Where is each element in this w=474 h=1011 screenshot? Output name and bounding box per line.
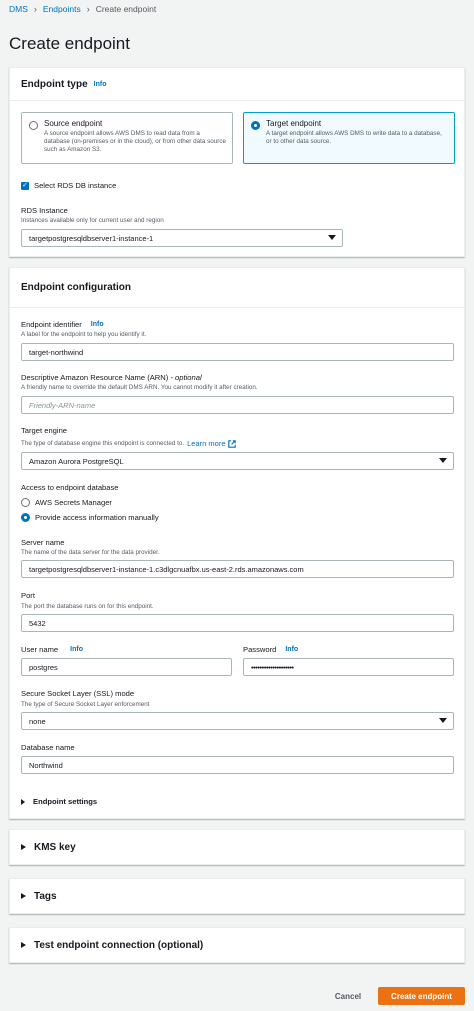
username-info-link[interactable]: Info [70, 646, 83, 653]
manual-access-label: Provide access information manually [35, 513, 159, 522]
port-label: Port [21, 591, 35, 600]
engine-label: Target engine [21, 426, 68, 435]
source-endpoint-radio[interactable] [29, 121, 38, 130]
server-name-label: Server name [21, 538, 65, 547]
server-name-description: The name of the data server for the data… [21, 549, 160, 556]
secrets-manager-radio[interactable] [21, 498, 30, 507]
page-title: Create endpoint [9, 34, 130, 53]
rds-instance-value: targetpostgresqldbserver1-instance-1 [29, 233, 154, 243]
identifier-info-link[interactable]: Info [91, 321, 104, 328]
external-link-icon [227, 439, 236, 448]
password-label-row: Password Info [243, 645, 298, 654]
test-connection-panel[interactable]: Test endpoint connection (optional) [9, 927, 465, 963]
database-name-input[interactable]: Northwind [21, 756, 454, 774]
arn-input[interactable]: Friendly-ARN-name [21, 396, 454, 414]
caret-down-icon [439, 458, 447, 463]
port-input[interactable]: 5432 [21, 614, 454, 632]
target-endpoint-title: Target endpoint [266, 119, 322, 128]
target-endpoint-description: A target endpoint allows AWS DMS to writ… [266, 130, 442, 145]
caret-right-icon [21, 893, 26, 899]
username-label: User name [21, 645, 59, 654]
endpoint-type-header: Endpoint type Info [10, 68, 464, 101]
arn-label-row: Descriptive Amazon Resource Name (ARN) -… [21, 373, 202, 382]
identifier-label-row: Endpoint identifier Info [21, 320, 104, 329]
rds-instance-label: RDS Instance [21, 206, 68, 215]
rds-instance-description: Instances available only for current use… [21, 217, 164, 224]
access-option-secrets-manager[interactable]: AWS Secrets Manager [21, 498, 112, 507]
target-engine-value: Amazon Aurora PostgreSQL [29, 456, 124, 466]
select-rds-checkbox[interactable]: ✓ [21, 181, 29, 190]
select-rds-label: Select RDS DB instance [34, 181, 117, 190]
endpoint-settings-label: Endpoint settings [33, 797, 98, 806]
caret-right-icon [21, 844, 26, 850]
endpoint-type-title: Endpoint type [21, 78, 88, 90]
ssl-mode-description: The type of Secure Socket Layer enforcem… [21, 701, 150, 708]
target-endpoint-radio[interactable] [251, 121, 260, 130]
cancel-button[interactable]: Cancel [326, 987, 370, 1005]
database-name-label: Database name [21, 743, 75, 752]
create-endpoint-button[interactable]: Create endpoint [378, 987, 465, 1005]
caret-down-icon [328, 235, 336, 240]
caret-right-icon [21, 798, 25, 805]
endpoint-settings-expander[interactable]: Endpoint settings [21, 797, 97, 806]
source-endpoint-title: Source endpoint [44, 119, 103, 128]
ssl-mode-value: none [29, 716, 46, 726]
ssl-mode-label: Secure Socket Layer (SSL) mode [21, 689, 135, 698]
password-input[interactable]: •••••••••••••••••••• [243, 658, 454, 676]
arn-label: Descriptive Amazon Resource Name (ARN) [21, 373, 169, 382]
breadcrumb-endpoints[interactable]: Endpoints [43, 4, 81, 14]
source-endpoint-description: A source endpoint allows AWS DMS to read… [44, 130, 227, 153]
endpoint-configuration-header: Endpoint configuration [10, 268, 464, 308]
breadcrumb-dms[interactable]: DMS [9, 4, 28, 14]
source-endpoint-tile[interactable]: Source endpoint A source endpoint allows… [21, 112, 233, 164]
identifier-description: A label for the endpoint to help you ide… [21, 331, 147, 338]
engine-description: The type of database engine this endpoin… [21, 440, 185, 447]
secrets-manager-label: AWS Secrets Manager [35, 498, 112, 507]
target-engine-select[interactable]: Amazon Aurora PostgreSQL [21, 452, 454, 470]
target-endpoint-tile[interactable]: Target endpoint A target endpoint allows… [243, 112, 455, 164]
engine-description-row: The type of database engine this endpoin… [21, 439, 236, 448]
chevron-right-icon: › [33, 4, 37, 14]
identifier-label: Endpoint identifier [21, 320, 82, 329]
endpoint-configuration-title: Endpoint configuration [21, 282, 131, 293]
tags-panel[interactable]: Tags [9, 878, 465, 914]
access-option-manual[interactable]: Provide access information manually [21, 513, 159, 522]
arn-description: A friendly name to override the default … [21, 384, 258, 391]
username-input[interactable]: postgres [21, 658, 232, 676]
tags-title: Tags [34, 890, 57, 902]
breadcrumb-current: Create endpoint [95, 4, 157, 14]
chevron-right-icon: › [86, 4, 90, 14]
kms-key-title: KMS key [34, 841, 76, 853]
ssl-mode-select[interactable]: none [21, 712, 454, 730]
server-name-input[interactable]: targetpostgresqldbserver1-instance-1.c3d… [21, 560, 454, 578]
port-description: The port the database runs on for this e… [21, 603, 154, 610]
password-label: Password [243, 645, 277, 654]
breadcrumb: DMS › Endpoints › Create endpoint [9, 4, 156, 14]
select-rds-row: ✓ Select RDS DB instance [21, 181, 116, 190]
engine-learn-more-link[interactable]: Learn more [187, 439, 225, 448]
password-info-link[interactable]: Info [285, 646, 298, 653]
endpoint-identifier-input[interactable]: target-northwind [21, 343, 454, 361]
test-connection-title: Test endpoint connection (optional) [34, 939, 204, 951]
kms-key-panel[interactable]: KMS key [9, 829, 465, 865]
endpoint-type-panel: Endpoint type Info Source endpoint A sou… [9, 67, 465, 257]
arn-optional: - optional [168, 373, 202, 382]
username-label-row: User name Info [21, 645, 83, 654]
caret-down-icon [439, 718, 447, 723]
endpoint-configuration-panel: Endpoint configuration Endpoint identifi… [9, 267, 465, 819]
manual-access-radio[interactable] [21, 513, 30, 522]
caret-right-icon [21, 942, 26, 948]
rds-instance-select[interactable]: targetpostgresqldbserver1-instance-1 [21, 229, 343, 247]
access-label: Access to endpoint database [21, 483, 119, 492]
endpoint-type-info-link[interactable]: Info [94, 81, 107, 88]
